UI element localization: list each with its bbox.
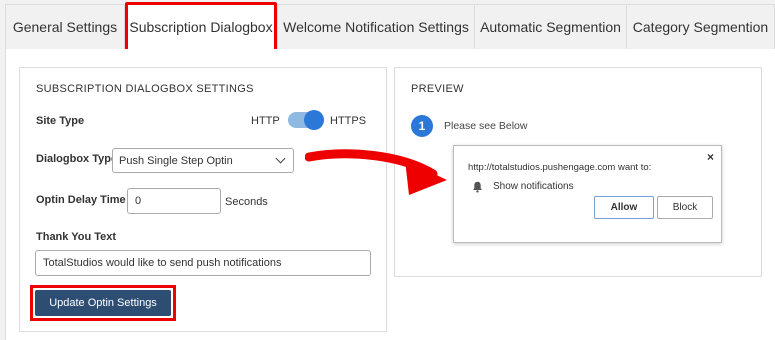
- close-icon[interactable]: ×: [707, 150, 714, 164]
- site-type-label: Site Type: [36, 115, 85, 127]
- step-badge: 1: [411, 115, 433, 137]
- popup-notification-text: Show notifications: [493, 181, 574, 192]
- tab-general-settings[interactable]: General Settings: [5, 5, 125, 50]
- optin-delay-label: Optin Delay Time: [36, 194, 126, 206]
- update-optin-settings-button[interactable]: Update Optin Settings: [35, 290, 171, 316]
- tab-automatic-segmention[interactable]: Automatic Segmention: [475, 5, 627, 50]
- thank-you-input[interactable]: TotalStudios would like to send push not…: [35, 250, 371, 276]
- optin-delay-unit: Seconds: [225, 196, 268, 208]
- tab-welcome-notification-settings[interactable]: Welcome Notification Settings: [278, 5, 475, 50]
- step-text: Please see Below: [444, 120, 528, 132]
- panel-title-settings: SUBSCRIPTION DIALOGBOX SETTINGS: [36, 83, 254, 95]
- allow-button[interactable]: Allow: [594, 196, 654, 219]
- tab-category-segmention[interactable]: Category Segmention: [627, 5, 775, 50]
- panel-title-preview: PREVIEW: [411, 83, 464, 95]
- chevron-down-icon: [275, 153, 286, 164]
- site-type-toggle[interactable]: [288, 110, 324, 130]
- https-label: HTTPS: [330, 115, 367, 127]
- popup-url: http://totalstudios.pushengage.com want …: [468, 162, 652, 173]
- dialogbox-type-value: Push Single Step Optin: [119, 154, 233, 167]
- optin-delay-input[interactable]: 0: [127, 188, 221, 214]
- dialogbox-type-label: Dialogbox Type: [36, 153, 118, 165]
- bell-icon: [473, 181, 482, 193]
- red-arrow-annotation: [305, 149, 447, 195]
- toggle-knob: [304, 110, 324, 130]
- http-label: HTTP: [251, 115, 280, 127]
- dialogbox-type-select[interactable]: Push Single Step Optin: [112, 148, 294, 173]
- tab-subscription-dialogbox[interactable]: Subscription Dialogbox: [125, 5, 278, 50]
- settings-tabs: General Settings Subscription Dialogbox …: [5, 4, 775, 50]
- block-button[interactable]: Block: [657, 196, 713, 219]
- thank-you-label: Thank You Text: [36, 231, 117, 243]
- notification-permission-popup: × http://totalstudios.pushengage.com wan…: [453, 145, 722, 243]
